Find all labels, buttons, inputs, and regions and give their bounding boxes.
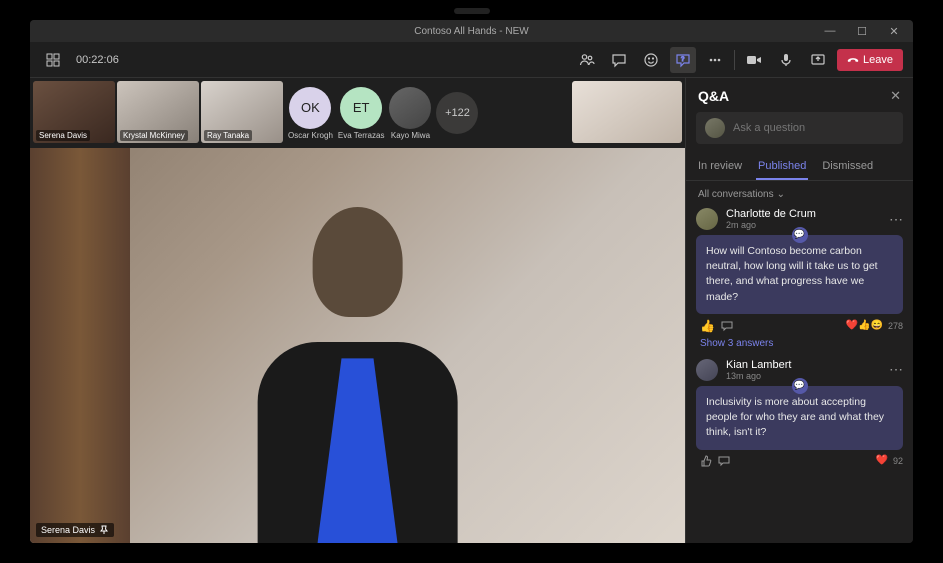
participant-name: Oscar Krogh [288,131,333,140]
participant-gallery: Serena Davis Krystal McKinney Ray Tanaka… [30,78,685,148]
message-more-icon[interactable]: ⋯ [889,361,903,378]
reaction-summary[interactable]: ❤️👍😄 278 [846,320,903,331]
participant-name: Serena Davis [36,130,90,141]
author-avatar[interactable] [696,208,718,230]
reactions-icon[interactable] [638,47,664,73]
question-input-field[interactable] [733,122,894,134]
tab-dismissed[interactable]: Dismissed [820,154,875,180]
speaker-name-label: Serena Davis [36,523,114,537]
window-titlebar: Contoso All Hands - NEW — ☐ ✕ [30,20,913,42]
participant-name: Eva Terrazas [338,131,385,140]
leave-button[interactable]: Leave [837,49,903,71]
meeting-toolbar: 00:22:06 ? [30,42,913,78]
camera-icon[interactable] [741,47,767,73]
reaction-summary[interactable]: ❤️ 92 [876,455,903,466]
participant-name: Kayo Miwa [391,131,430,140]
message-bubble[interactable]: 💬 Inclusivity is more about accepting pe… [696,386,903,450]
participant-avatar[interactable]: Kayo Miwa [389,87,431,140]
ask-question-input[interactable] [696,112,903,144]
participant-tile[interactable]: Krystal McKinney [117,81,199,143]
qa-icon[interactable]: ? [670,47,696,73]
svg-text:?: ? [681,57,685,63]
author-name: Kian Lambert [726,359,881,371]
participant-name: Krystal McKinney [120,130,188,141]
more-actions-icon[interactable] [702,47,728,73]
window-title: Contoso All Hands - NEW [414,26,529,37]
pin-icon [99,525,109,535]
main-speaker-video[interactable]: Serena Davis [30,148,685,543]
comment-button[interactable] [718,455,730,467]
minimize-button[interactable]: — [815,22,845,40]
participant-tile[interactable]: Ray Tanaka [201,81,283,143]
message-bubble[interactable]: 💬 How will Contoso become carbon neutral… [696,235,903,314]
qa-message: Charlotte de Crum 2m ago ⋯ 💬 How will Co… [696,208,903,349]
tab-published[interactable]: Published [756,154,808,180]
author-name: Charlotte de Crum [726,208,881,220]
participant-tile[interactable]: Serena Davis [33,81,115,143]
tab-in-review[interactable]: In review [696,154,744,180]
participant-avatar[interactable]: ET Eva Terrazas [338,87,385,140]
gallery-view-icon[interactable] [40,47,66,73]
people-icon[interactable] [574,47,600,73]
like-reaction-button[interactable]: 👍 [700,319,715,333]
chat-icon[interactable] [606,47,632,73]
share-screen-icon[interactable] [805,47,831,73]
author-avatar[interactable] [696,359,718,381]
conversation-filter-dropdown[interactable]: All conversations ⌄ [686,181,913,208]
participant-tile[interactable] [572,81,682,143]
meeting-timer: 00:22:06 [76,54,119,66]
qa-message: Kian Lambert 13m ago ⋯ 💬 Inclusivity is … [696,359,903,467]
maximize-button[interactable]: ☐ [847,22,877,40]
mic-icon[interactable] [773,47,799,73]
overflow-participants-button[interactable]: +122 [436,92,478,134]
close-panel-button[interactable]: ✕ [890,88,901,104]
participant-avatar[interactable]: OK Oscar Krogh [288,87,333,140]
participant-name: Ray Tanaka [204,130,252,141]
hangup-icon [847,54,859,66]
qa-tabs: In review Published Dismissed [686,154,913,181]
like-reaction-button[interactable] [700,455,712,467]
user-avatar [705,118,725,138]
featured-badge-icon: 💬 [792,378,808,394]
featured-badge-icon: 💬 [792,227,808,243]
chevron-down-icon: ⌄ [777,189,785,200]
qa-panel: Q&A ✕ In review Published Dismissed All … [685,78,913,543]
close-window-button[interactable]: ✕ [879,22,909,40]
comment-button[interactable] [721,320,733,332]
qa-panel-title: Q&A [698,88,729,104]
show-answers-link[interactable]: Show 3 answers [696,338,903,349]
message-more-icon[interactable]: ⋯ [889,211,903,228]
